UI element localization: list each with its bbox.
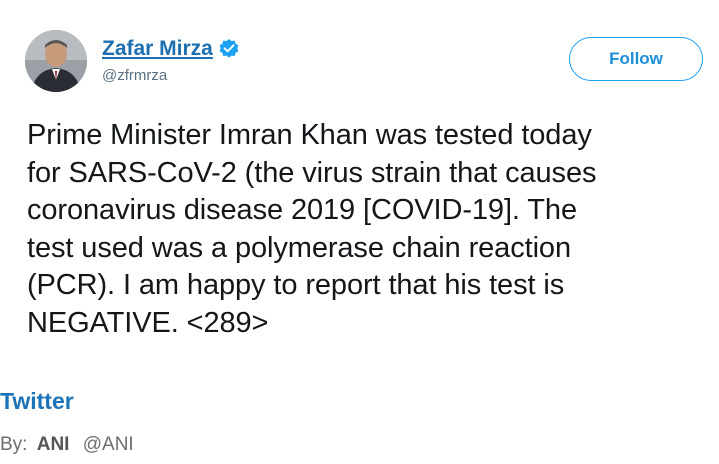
tweet-text-line: (PCR). I am happy to report that his tes… (27, 269, 565, 301)
source-link-twitter[interactable]: Twitter (0, 386, 74, 416)
tweet-text-line: Prime Minister Imran Khan was tested tod… (27, 119, 592, 151)
tweet-text: Prime Minister Imran Khan was tested tod… (27, 117, 719, 342)
avatar-image (25, 30, 87, 92)
page: Zafar Mirza @zfrmrza Follow Prime Minist… (0, 0, 719, 464)
byline: By: ANI @ANI (0, 433, 134, 457)
avatar[interactable] (25, 30, 87, 92)
tweet-text-line: NEGATIVE. <289> (27, 306, 269, 339)
tweet-text-line: test used was a polymerase chain reactio… (27, 231, 571, 264)
verified-badge-icon (218, 38, 240, 60)
tweet-header: Zafar Mirza @zfrmrza Follow (25, 30, 715, 94)
byline-prefix: By: (0, 434, 28, 455)
user-handle[interactable]: @zfrmrza (102, 67, 240, 85)
display-name-row: Zafar Mirza (102, 36, 240, 62)
display-name[interactable]: Zafar Mirza (102, 36, 213, 62)
name-block: Zafar Mirza @zfrmrza (102, 36, 240, 85)
tweet-text-line: coronavirus disease 2019 [COVID-19]. The (27, 194, 577, 226)
tweet-text-line: for SARS-CoV-2 (the virus strain that ca… (27, 156, 597, 189)
follow-button[interactable]: Follow (569, 37, 703, 81)
byline-author-handle[interactable]: @ANI (83, 434, 134, 455)
byline-author[interactable]: ANI (37, 434, 70, 455)
